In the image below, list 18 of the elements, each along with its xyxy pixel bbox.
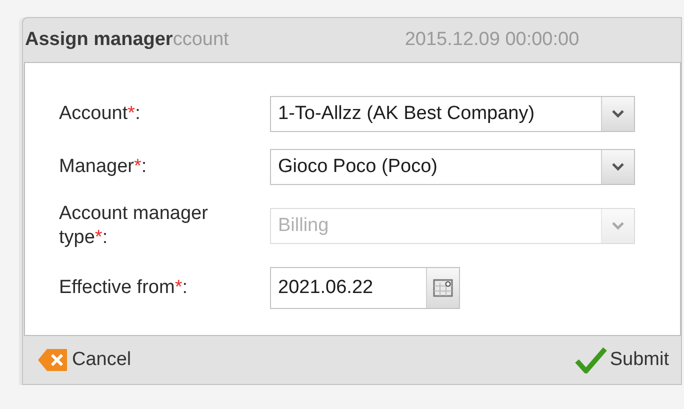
- cancel-button[interactable]: Cancel: [35, 346, 134, 374]
- date-field[interactable]: 2021.06.22: [270, 267, 460, 309]
- submit-button[interactable]: Submit: [572, 344, 671, 376]
- dropdown-field[interactable]: Gioco Poco (Poco): [270, 149, 635, 185]
- dialog-title: Assign manager: [25, 29, 173, 51]
- field-label: Effective from*:: [59, 276, 188, 300]
- calendar-icon[interactable]: [433, 279, 453, 297]
- caret-icon: [612, 163, 624, 171]
- field-label: Account*:: [59, 102, 142, 126]
- background-date: 2015.12.09 00:00:00: [404, 29, 580, 51]
- checkmark-icon: [574, 346, 607, 374]
- caret-icon: [612, 222, 624, 230]
- field-label: Manager*:: [59, 155, 148, 179]
- caret-icon: [612, 110, 624, 118]
- close-icon: [37, 348, 69, 372]
- dropdown-field[interactable]: 1-To-Allzz (AK Best Company): [270, 96, 635, 132]
- background-column-header: ccount: [172, 29, 230, 51]
- field-label: Account manager type*:: [59, 202, 209, 250]
